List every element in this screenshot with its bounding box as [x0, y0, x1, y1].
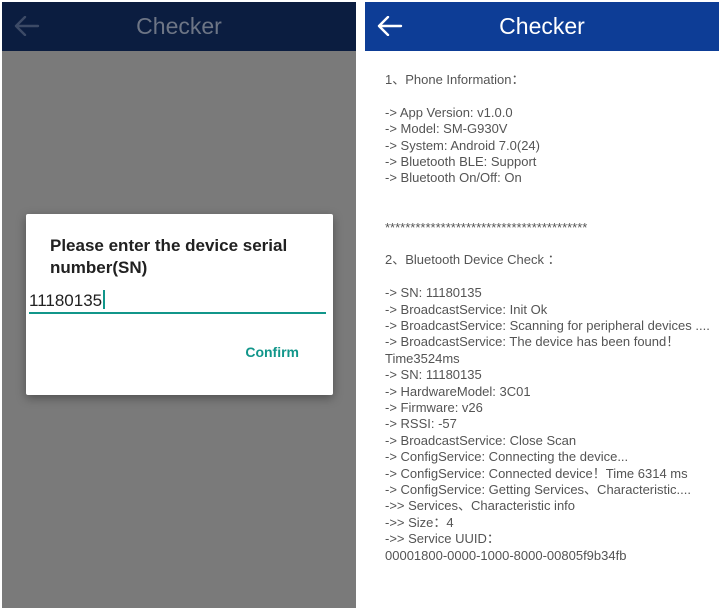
log-line: -> ConfigService: Getting Services、Chara…: [385, 482, 691, 498]
log-line: -> App Version: v1.0.0: [385, 104, 513, 120]
log-line: ****************************************: [385, 219, 588, 235]
confirm-button[interactable]: Confirm: [245, 344, 299, 360]
app-bar: Checker: [2, 2, 356, 51]
back-arrow-icon[interactable]: [375, 11, 405, 41]
log-line: -> Bluetooth On/Off: On: [385, 170, 522, 186]
log-line: -> BroadcastService: Close Scan: [385, 432, 577, 448]
log-line: -> BroadcastService: Init Ok: [385, 301, 548, 317]
log-line: -> Bluetooth BLE: Support: [385, 154, 537, 170]
check-log: 1、Phone Information： -> App Version: v1.0…: [385, 72, 715, 564]
dialog-title: Please enter the device serial number(SN…: [50, 236, 288, 277]
log-line: ->> Services、Characteristic info: [385, 498, 576, 514]
serial-number-value: 11180135: [29, 291, 103, 310]
left-screen: Checker Please enter the device serial n…: [2, 2, 356, 608]
log-line: -> Firmware: v26: [385, 400, 483, 416]
app-title: Checker: [499, 13, 585, 39]
text-cursor: [103, 290, 106, 309]
app-title: Checker: [136, 13, 222, 39]
log-line: -> HardwareModel: 3C01: [385, 383, 531, 399]
log-line: -> BroadcastService: The device has been…: [385, 334, 680, 366]
app-bar: Checker: [365, 2, 719, 51]
log-line: -> SN: 11180135: [385, 367, 482, 383]
log-line: -> RSSI: -57: [385, 416, 457, 432]
log-line: 00001800-0000-1000-8000-00805f9b34fb: [385, 547, 627, 563]
log-line: -> BroadcastService: Scanning for periph…: [385, 318, 710, 334]
log-line: 2、Bluetooth Device Check ：: [385, 252, 561, 268]
log-line: -> System: Android 7.0(24): [385, 137, 540, 153]
right-screen: Checker 1、Phone Information： -> App Versi…: [365, 2, 719, 608]
serial-number-input[interactable]: 11180135: [29, 290, 326, 314]
log-line: 1、Phone Information：: [385, 72, 525, 87]
log-line: -> Model: SM-G930V: [385, 121, 508, 137]
back-arrow-icon[interactable]: [12, 11, 42, 41]
log-line: ->> Service UUID：: [385, 531, 500, 547]
log-line: ->> Size：4: [385, 514, 454, 530]
log-line: -> ConfigService: Connected device！Time …: [385, 465, 688, 481]
log-line: -> ConfigService: Connecting the device.…: [385, 449, 629, 465]
serial-number-dialog: Please enter the device serial number(SN…: [26, 214, 333, 395]
log-line: -> SN: 11180135: [385, 285, 482, 301]
